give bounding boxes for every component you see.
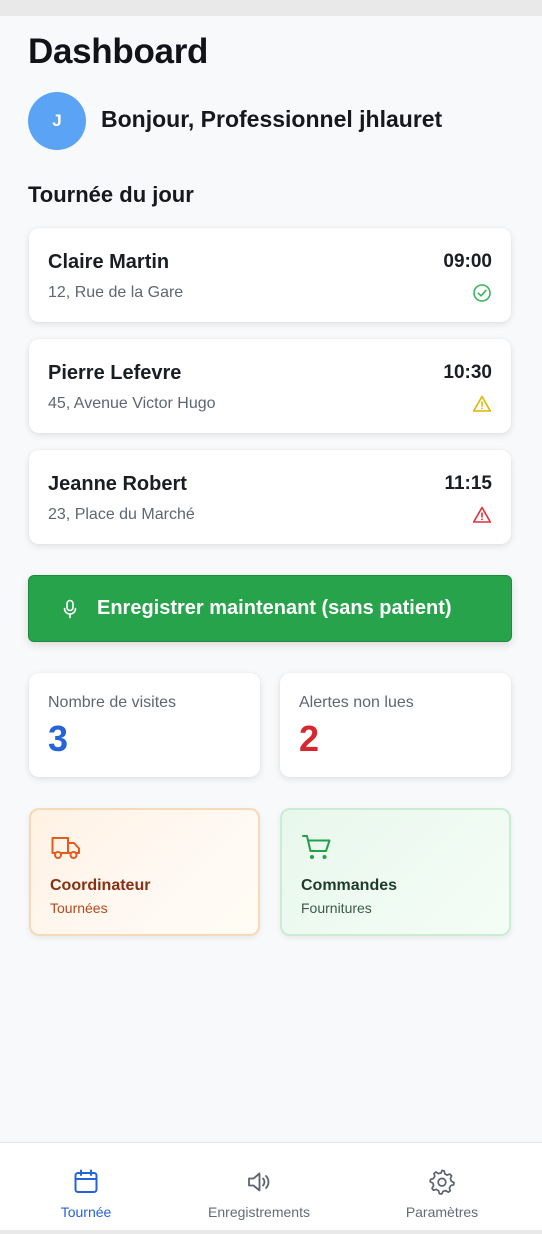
tile-title: Commandes (301, 877, 398, 894)
truck-icon (51, 837, 80, 859)
gear-icon (429, 1169, 455, 1195)
stat-value: 3 (48, 718, 69, 759)
visit-time: 10:30 (443, 362, 492, 383)
visit-patient-name: Jeanne Robert (48, 473, 187, 495)
stat-label: Alertes non lues (299, 694, 414, 711)
calendar-icon (74, 1169, 98, 1193)
coordinator-tile[interactable]: Coordinateur Tournées (29, 808, 260, 936)
visit-card-pierre-lefevre[interactable]: Pierre Lefevre 45, Avenue Victor Hugo 10… (29, 339, 511, 433)
orders-tile[interactable]: Commandes Fournitures (280, 808, 511, 936)
stat-value: 2 (299, 718, 320, 759)
alert-icon (472, 506, 492, 523)
bottom-tab-bar: Tournée Enregistrements Paramètres (0, 1142, 542, 1230)
visit-time: 09:00 (443, 251, 492, 272)
stat-unread-alerts[interactable]: Alertes non lues 2 (280, 673, 511, 777)
visit-time: 11:15 (444, 473, 492, 494)
visit-card-jeanne-robert[interactable]: Jeanne Robert 23, Place du Marché 11:15 (29, 450, 511, 544)
visit-card-claire-martin[interactable]: Claire Martin 12, Rue de la Gare 09:00 (29, 228, 511, 322)
record-now-label: Enregistrer maintenant (sans patient) (97, 597, 452, 619)
tab-label: Paramètres (405, 1204, 479, 1220)
visit-patient-name: Pierre Lefevre (48, 362, 182, 384)
visit-address: 12, Rue de la Gare (48, 284, 184, 301)
avatar[interactable]: J (28, 92, 86, 150)
tile-subtitle: Fournitures (301, 900, 372, 916)
tab-label: Enregistrements (208, 1204, 310, 1220)
warning-icon (472, 395, 492, 412)
cart-icon (302, 835, 331, 859)
page-title: Dashboard (28, 32, 209, 71)
visit-address: 23, Place du Marché (48, 506, 195, 523)
visit-address: 45, Avenue Victor Hugo (48, 395, 216, 412)
stat-visits-count: Nombre de visites 3 (29, 673, 260, 777)
tab-tournee[interactable]: Tournée (0, 1143, 176, 1231)
check-circle-icon (473, 284, 491, 302)
tile-title: Coordinateur (50, 877, 151, 894)
section-title-tour: Tournée du jour (28, 182, 194, 207)
greeting-text: Bonjour, Professionnel jhlauret (101, 106, 443, 132)
microphone-icon (63, 599, 77, 619)
tab-label: Tournée (60, 1204, 112, 1220)
record-now-button[interactable]: Enregistrer maintenant (sans patient) (28, 575, 512, 642)
tab-parametres[interactable]: Paramètres (352, 1143, 532, 1231)
dashboard-screen: Dashboard J Bonjour, Professionnel jhlau… (0, 16, 542, 1230)
tab-enregistrements[interactable]: Enregistrements (169, 1143, 349, 1231)
visit-patient-name: Claire Martin (48, 251, 170, 273)
speaker-icon (248, 1172, 270, 1192)
tile-subtitle: Tournées (50, 900, 108, 916)
stat-label: Nombre de visites (48, 694, 177, 711)
